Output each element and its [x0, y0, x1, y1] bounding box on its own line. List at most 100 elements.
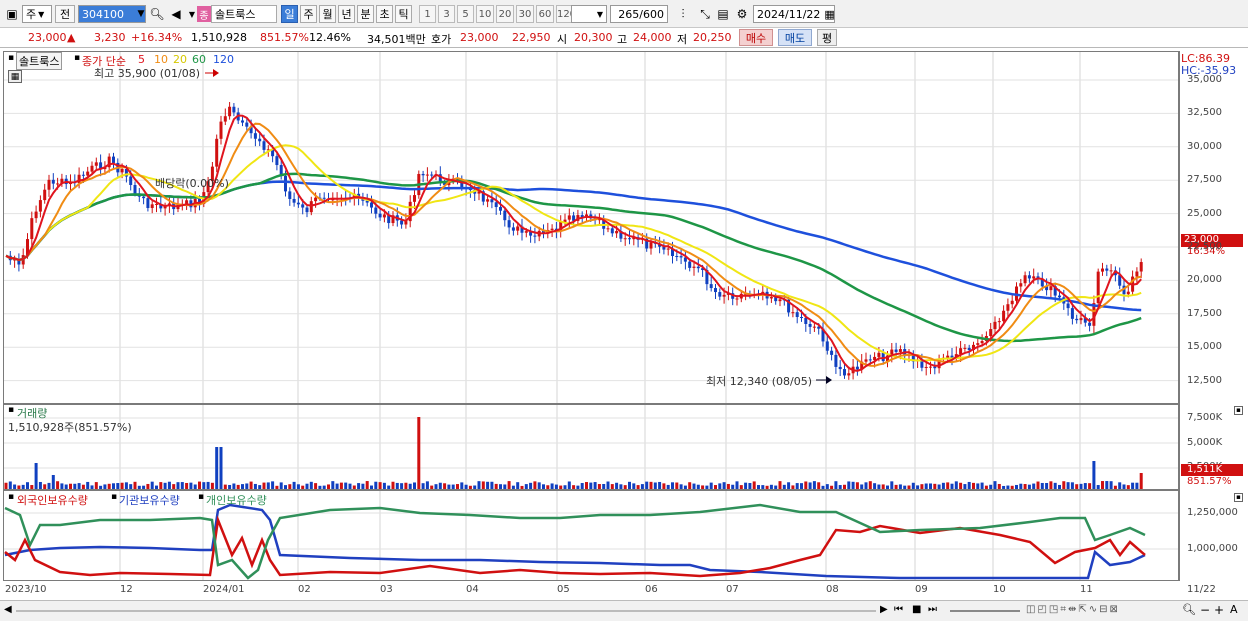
volume-bar [619, 484, 623, 489]
volume-bar [288, 484, 292, 489]
volume-bar [228, 484, 232, 489]
zoom-slider[interactable] [950, 610, 1020, 612]
volume-bar [13, 484, 17, 489]
volume-bar [21, 484, 25, 489]
candle-body [1139, 262, 1143, 272]
candle-body [292, 198, 296, 203]
volume-bar [30, 485, 34, 489]
volume-bar [950, 483, 954, 489]
close-panel-icon[interactable]: ▪ [1234, 406, 1243, 415]
volume-bar [185, 482, 189, 489]
candle-body [735, 298, 739, 300]
volume-bar [645, 481, 649, 489]
close-panel-icon[interactable]: ▪ [1234, 493, 1243, 502]
volume-bar [886, 485, 889, 489]
scroll-track[interactable] [16, 610, 876, 612]
scroll-left-icon[interactable]: ◀ [4, 604, 12, 615]
volume-bar [516, 482, 520, 489]
volume-bar [851, 481, 855, 489]
volume-bar [1062, 481, 1066, 489]
volume-bar [843, 484, 846, 489]
ma-line [5, 180, 1142, 312]
candle-body [413, 195, 416, 202]
institution-legend: 기관보유수량 [119, 494, 180, 507]
volume-bar [898, 484, 902, 489]
volume-bar [606, 481, 610, 489]
candle-body [834, 354, 838, 367]
candle-body [253, 133, 257, 139]
candle-body [322, 197, 326, 199]
candle-body [309, 201, 313, 213]
candle-body [830, 350, 834, 355]
volume-bar [249, 481, 253, 489]
volume-bar [202, 482, 206, 489]
volume-bar [370, 485, 373, 489]
volume-bar [593, 482, 597, 489]
ma-line [5, 172, 1142, 343]
volume-bar [877, 484, 881, 489]
scroll-right-icon[interactable]: ▶ [880, 604, 888, 615]
rewind-icon[interactable]: ⏮ [894, 604, 903, 615]
volume-bar [821, 485, 825, 489]
stop-icon[interactable]: ■ [912, 604, 921, 615]
zoom-in-icon[interactable]: + [1214, 603, 1224, 617]
candle-body [550, 228, 554, 230]
volume-bar [907, 485, 911, 489]
volume-bar [847, 481, 851, 489]
tool-icons[interactable]: ◫◰◳⌗⇹⇱∿⊟⊠ [1026, 604, 1120, 615]
volume-bar [589, 482, 593, 489]
volume-bar [984, 485, 988, 489]
volume-bar [1083, 483, 1087, 489]
volume-bar [60, 483, 64, 489]
volume-bar [795, 483, 799, 489]
volume-bar [1079, 483, 1083, 489]
scroll-bar[interactable]: ◀ ▶ ⏮ ■ ⏭ ◫◰◳⌗⇹⇱∿⊟⊠ 🔍︎ − + A [0, 600, 1248, 621]
volume-bar [430, 485, 434, 489]
zoom-out-icon[interactable]: − [1200, 603, 1210, 617]
volume-bar [1040, 482, 1044, 489]
candle-body [81, 174, 85, 176]
volume-bar [1135, 482, 1139, 489]
grid-toggle-icon[interactable]: ▦ [8, 70, 22, 83]
volume-bar [438, 482, 442, 489]
volume-bar [1075, 484, 1079, 489]
candle-body [374, 207, 378, 214]
panel-stock-name[interactable]: 솔트룩스 [16, 52, 63, 70]
volume-bar [413, 482, 416, 489]
volume-bar [963, 484, 967, 489]
candle-body [43, 189, 47, 201]
volume-bar [1006, 485, 1010, 489]
forward-icon[interactable]: ⏭ [928, 604, 937, 615]
bullet-icon: ▪ [74, 53, 81, 63]
volume-bar [223, 484, 227, 489]
volume-bar [43, 484, 47, 489]
candle-body [946, 355, 950, 358]
volume-bar [1139, 473, 1143, 489]
volume-bar [929, 483, 932, 489]
volume-bar [8, 481, 12, 489]
candle-body [314, 197, 318, 202]
volume-bar [1096, 485, 1100, 489]
volume-bar [193, 484, 197, 489]
volume-bar [989, 484, 993, 489]
volume-bar [271, 481, 275, 489]
volume-bar [658, 481, 662, 489]
volume-bar [262, 482, 266, 489]
volume-bar [567, 481, 571, 489]
candle-body [241, 120, 244, 123]
volume-last-pct: 851.57% [1187, 476, 1232, 487]
volume-bar [189, 482, 193, 489]
volume-bar [1032, 483, 1036, 489]
price-y-label: 17,500 [1187, 307, 1222, 319]
candle-body [692, 266, 696, 268]
candle-body [976, 343, 980, 345]
candle-body [1075, 318, 1079, 321]
zoom-icon[interactable]: 🔍︎ [1182, 603, 1196, 616]
auto-scale-icon[interactable]: A [1230, 603, 1238, 616]
volume-bar [959, 482, 963, 489]
volume-bar [456, 484, 459, 489]
candle-body [791, 312, 795, 314]
holders-y-label: 1,250,000 [1187, 507, 1238, 518]
candle-body [499, 207, 502, 211]
volume-bar [56, 481, 60, 489]
